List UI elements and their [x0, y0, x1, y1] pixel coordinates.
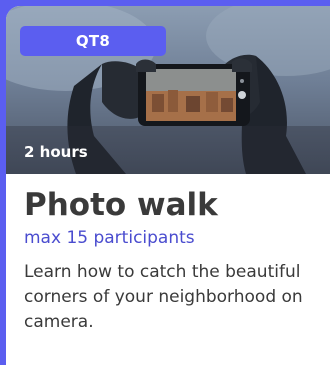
event-title: Photo walk	[24, 187, 218, 223]
event-card[interactable]: QT8 2 hours Photo walk max 15 participan…	[6, 6, 330, 365]
duration-label: 2 hours	[24, 143, 88, 161]
event-code-badge: QT8	[20, 26, 166, 56]
hero-image: QT8 2 hours	[6, 6, 330, 174]
card-frame: QT8 2 hours Photo walk max 15 participan…	[0, 0, 330, 365]
event-description: Learn how to catch the beautiful corners…	[24, 262, 303, 332]
capacity-label: max 15 participants	[24, 228, 195, 248]
